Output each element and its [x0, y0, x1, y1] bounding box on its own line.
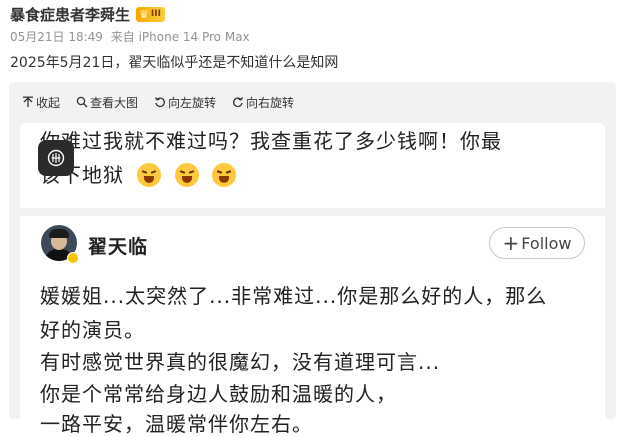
rotate-left-label: 向左旋转	[168, 95, 217, 110]
body-line-1: 媛媛姐...太突然了...非常难过...你是那么好的人，那么	[40, 284, 548, 308]
plus-icon: +	[502, 231, 520, 255]
magnifier-icon	[76, 96, 88, 108]
post-date[interactable]: 05月21日 18:49	[10, 30, 103, 44]
image-toolbar: 收起 查看大图 向左旋转 向右旋转	[22, 91, 310, 113]
body-line-5: 一路平安，温暖常伴你左右。	[40, 412, 313, 436]
body-line-3: 有时感觉世界真的很魔幻，没有道理可言...	[40, 350, 441, 374]
body-line-2: 好的演员。	[40, 318, 145, 342]
post-meta: 05月21日 18:49 来自 iPhone 14 Pro Max	[10, 28, 254, 45]
post-header: 暴食症患者李舜生 ♛ III	[10, 3, 165, 25]
floating-app-button[interactable]	[38, 140, 74, 176]
image-top-text: 你难过我就不难过吗？我查重花了多少钱啊！你最 该下地狱	[40, 124, 600, 192]
rotate-right-button[interactable]: 向右旋转	[232, 94, 294, 111]
collapse-button[interactable]: 收起	[22, 94, 60, 111]
rotate-right-label: 向右旋转	[246, 95, 295, 110]
post-source: 来自 iPhone 14 Pro Max	[110, 30, 250, 44]
verified-badge-icon	[67, 252, 79, 264]
rotate-right-icon	[233, 97, 244, 108]
rotate-left-button[interactable]: 向左旋转	[154, 94, 216, 111]
image-divider	[20, 208, 605, 216]
angry-face-emoji	[137, 163, 162, 187]
image-top-line-1: 你难过我就不难过吗？我查重花了多少钱啊！你最	[40, 129, 502, 153]
view-large-label: 查看大图	[90, 95, 139, 110]
badge-level-text: III	[150, 9, 161, 19]
rotate-left-icon	[154, 97, 165, 108]
angry-face-emoji	[212, 163, 237, 187]
author-name[interactable]: 暴食症患者李舜生	[10, 4, 130, 25]
angry-face-emoji	[174, 163, 199, 187]
floating-app-icon	[47, 149, 65, 167]
follow-button[interactable]: + Follow	[489, 227, 585, 259]
collapse-label: 收起	[36, 95, 61, 110]
image-top-line-2: 该下地狱	[40, 158, 600, 192]
follow-label: Follow	[521, 233, 572, 253]
view-large-button[interactable]: 查看大图	[76, 94, 138, 111]
user-name[interactable]: 翟天临	[88, 232, 148, 259]
post-text: 2025年5月21日，翟天临似乎还是不知道什么是知网	[10, 55, 339, 71]
collapse-arrow-icon	[23, 96, 33, 107]
crown-icon: ♛	[139, 7, 149, 21]
body-line-4: 你是个常常给身边人鼓励和温暖的人，	[40, 382, 397, 406]
member-level-badge[interactable]: ♛ III	[136, 6, 165, 22]
